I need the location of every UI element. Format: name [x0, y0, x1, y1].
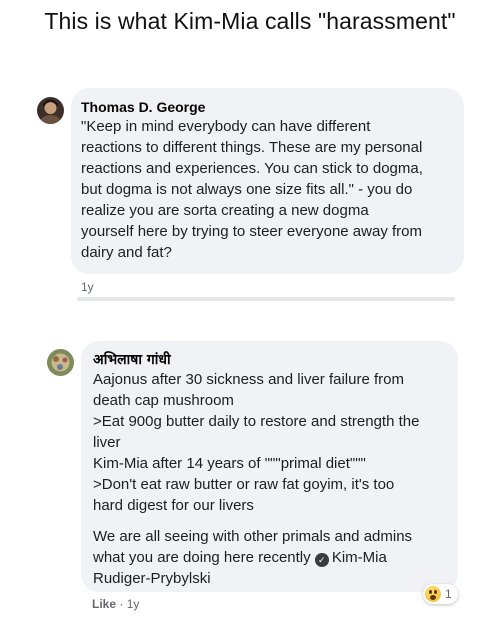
reaction-count: 1	[445, 587, 452, 601]
headline: This is what Kim-Mia calls "harassment"	[44, 8, 456, 34]
comment-text-fragment: what you are doing here recently	[93, 549, 311, 566]
wow-emoji-icon	[425, 586, 441, 602]
comment-text-line: Aajonus after 30 sickness and liver fail…	[93, 371, 404, 388]
comment-text-line: what you are doing here recently ✓ Kim-Mi…	[93, 547, 448, 568]
avatar[interactable]	[37, 97, 64, 124]
avatar[interactable]	[47, 349, 74, 376]
comment-text-line: death cap mushroom	[93, 392, 234, 409]
comment-text-line: "Keep in mind everybody can have differe…	[81, 118, 371, 135]
comment-actions: Like · 1y	[92, 597, 139, 611]
comment-timestamp[interactable]: 1y	[81, 280, 94, 294]
comment-text-line: reactions and experiences. You can stick…	[81, 160, 423, 177]
comment-text-line: >Eat 900g butter daily to restore and st…	[93, 413, 420, 430]
comment-text-line: hard digest for our livers	[93, 497, 254, 514]
comment-text-line: liver	[93, 434, 121, 451]
comment-text-line: realize you are sorta creating a new dog…	[81, 202, 369, 219]
comment-timestamp[interactable]: 1y	[127, 597, 140, 611]
comment-text-line: dairy and fat?	[81, 244, 172, 261]
comment-bubble: अभिलाषा गांधी Aajonus after 30 sickness …	[81, 341, 458, 592]
verified-check-icon: ✓	[314, 553, 329, 567]
reaction-badge[interactable]: 1	[423, 584, 458, 604]
like-button[interactable]: Like	[92, 597, 116, 611]
separator: ·	[119, 597, 124, 611]
comment-bubble: Thomas D. George "Keep in mind everybody…	[71, 88, 464, 274]
divider	[77, 297, 455, 301]
comment-text-line: reactions to different things. These are…	[81, 139, 423, 156]
comment-author[interactable]: Thomas D. George	[81, 98, 452, 116]
comment-author[interactable]: अभिलाषा गांधी	[93, 351, 448, 369]
comment-text-line: >Don't eat raw butter or raw fat goyim, …	[93, 476, 395, 493]
comment-text-line: We are all seeing with other primals and…	[93, 528, 413, 545]
mention-link-continued[interactable]: Rudiger-Prybylski	[93, 568, 448, 589]
mention-link[interactable]: Kim-Mia	[332, 549, 387, 566]
comment-text-line: yourself here by trying to steer everyon…	[81, 223, 422, 240]
profile-photo-icon	[47, 349, 74, 376]
comment-text-line: but dogma is not always one size fits al…	[81, 181, 413, 198]
profile-photo-icon	[37, 97, 64, 124]
comment-text-line: Kim-Mia after 14 years of """primal diet…	[93, 455, 366, 472]
